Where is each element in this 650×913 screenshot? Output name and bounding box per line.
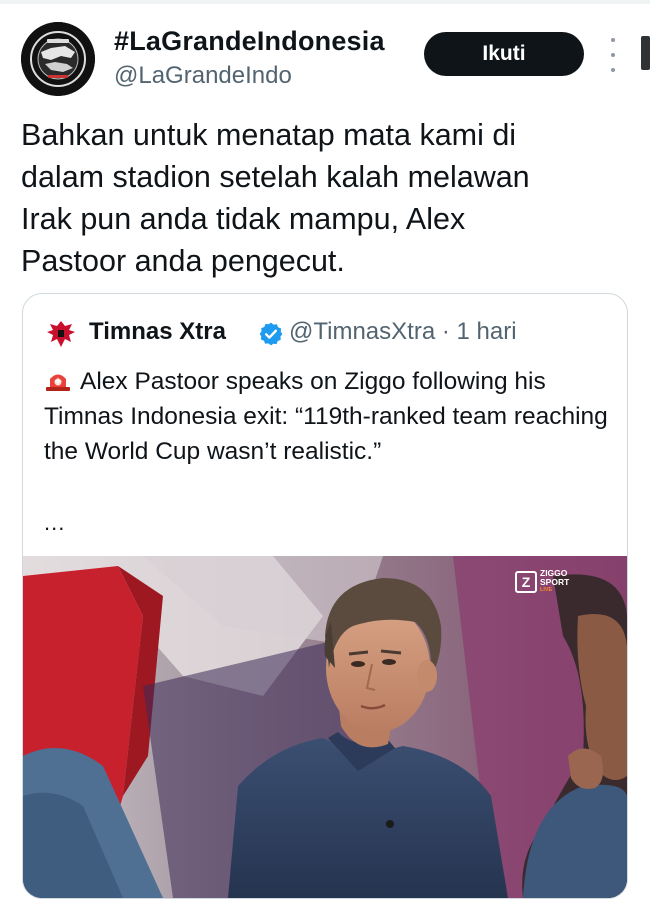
follow-button[interactable]: Ikuti [424, 32, 584, 76]
ziggo-sport-logo: Z ZIGGO SPORT LIVE [515, 568, 569, 596]
logo-line-2: SPORT [540, 576, 570, 587]
quoted-author-avatar[interactable] [44, 317, 78, 351]
ziggo-z-icon: Z [515, 571, 537, 593]
quoted-meta: @TimnasXtra · 1 hari [289, 318, 517, 346]
ziggo-logo-text: ZIGGO SPORT LIVE [540, 569, 569, 595]
la-grande-logo-icon [21, 22, 95, 96]
tv-studio-photo [23, 556, 627, 898]
logo-line-3: LIVE [540, 587, 553, 594]
quoted-text-block: Alex Pastoor speaks on Ziggo following h… [44, 364, 609, 469]
quoted-handle[interactable]: @TimnasXtra [289, 318, 435, 345]
meta-separator: · [441, 318, 450, 345]
verified-badge-icon [259, 322, 283, 346]
more-options-icon[interactable] [602, 38, 624, 72]
quoted-tweet-card[interactable]: Timnas Xtra @TimnasXtra · 1 hari Alex Pa… [22, 293, 628, 899]
tweet-text: Bahkan untuk menatap mata kami di dalam … [21, 118, 530, 278]
quoted-timestamp[interactable]: 1 hari [457, 318, 517, 345]
scrollbar-handle[interactable] [641, 36, 650, 70]
siren-icon [46, 374, 70, 391]
quoted-text: Alex Pastoor speaks on Ziggo following h… [44, 368, 608, 465]
garuda-emblem-icon [45, 318, 77, 350]
author-handle[interactable]: @LaGrandeIndo [114, 62, 292, 90]
quoted-ellipsis: ... [44, 510, 66, 535]
author-avatar[interactable] [21, 22, 95, 96]
quoted-media-image[interactable]: Z ZIGGO SPORT LIVE [23, 556, 627, 898]
author-display-name[interactable]: #LaGrandeIndonesia [114, 26, 385, 57]
quoted-author-name[interactable]: Timnas Xtra [89, 318, 226, 346]
top-divider [0, 0, 650, 4]
